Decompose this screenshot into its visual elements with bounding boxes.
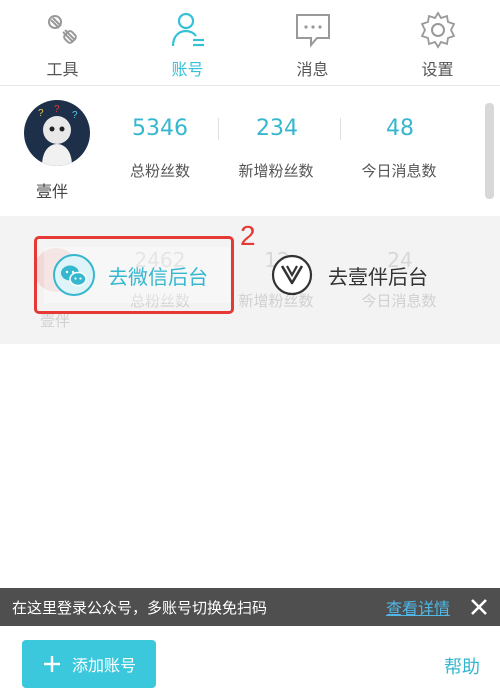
total-fans-value: 5346 <box>132 116 188 141</box>
annotation-box-2 <box>34 236 234 314</box>
view-details-link[interactable]: 查看详情 <box>386 595 450 619</box>
tab-messages[interactable]: 消息 <box>250 0 375 85</box>
today-messages-value: 48 <box>386 116 414 141</box>
svg-text:?: ? <box>38 108 44 119</box>
new-fans-label: 新增粉丝数 <box>238 162 314 180</box>
help-link[interactable]: 帮助 <box>444 653 480 679</box>
add-account-label: 添加账号 <box>71 656 136 675</box>
tab-settings[interactable]: 设置 <box>375 0 500 85</box>
top-navigation: 工具 账号 消息 设置 <box>0 0 500 86</box>
user-icon <box>171 12 204 47</box>
message-icon <box>295 14 330 48</box>
new-fans-value: 234 <box>256 116 298 141</box>
yiban-backend-button[interactable]: 去壹伴后台 <box>270 247 470 303</box>
avatar: ? ? ? <box>24 100 90 166</box>
svg-text:?: ? <box>72 110 78 121</box>
total-fans-label: 总粉丝数 <box>129 162 190 180</box>
svg-text:?: ? <box>54 104 60 115</box>
tab-account[interactable]: 账号 <box>125 0 250 85</box>
tab-account-label: 账号 <box>171 60 204 79</box>
add-account-button[interactable]: 添加账号 <box>22 640 156 688</box>
plus-icon <box>43 656 60 672</box>
scrollbar[interactable] <box>485 103 494 199</box>
tab-settings-label: 设置 <box>421 60 454 79</box>
wrench-icon <box>47 15 77 44</box>
yiban-backend-label: 去壹伴后台 <box>328 264 428 289</box>
gear-icon <box>420 11 455 49</box>
notice-text: 在这里登录公众号，多账号切换免扫码 <box>12 598 268 617</box>
today-messages-label: 今日消息数 <box>361 162 437 180</box>
account-name: 壹伴 <box>36 182 69 201</box>
tab-tools[interactable]: 工具 <box>0 0 125 85</box>
divider <box>340 118 341 140</box>
tab-tools-label: 工具 <box>46 60 79 79</box>
tab-messages-label: 消息 <box>296 60 329 79</box>
yiban-logo-icon <box>271 254 313 296</box>
divider <box>218 118 219 140</box>
annotation-label-2: 2 <box>240 220 256 251</box>
close-icon[interactable] <box>468 596 490 618</box>
notice-bar: 在这里登录公众号，多账号切换免扫码 查看详情 <box>0 588 500 626</box>
